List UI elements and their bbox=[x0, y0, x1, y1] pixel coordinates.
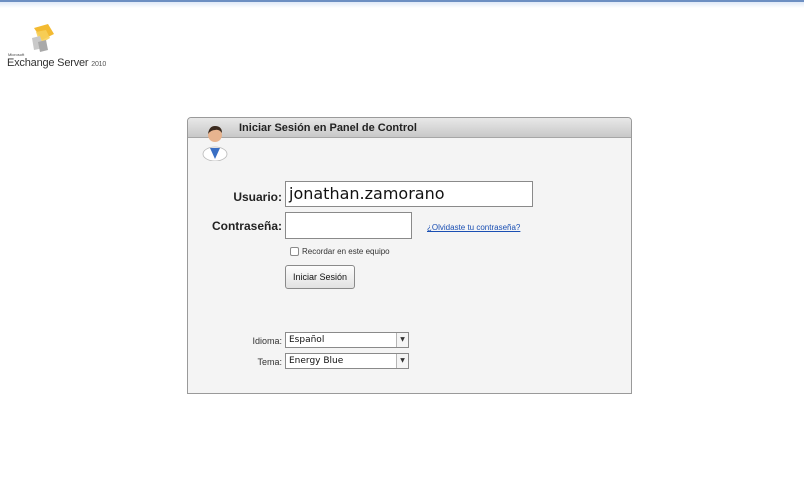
exchange-logo-icon bbox=[32, 24, 54, 52]
theme-value: Energy Blue bbox=[289, 356, 344, 366]
chevron-down-icon[interactable]: ▼ bbox=[396, 333, 408, 347]
language-value: Español bbox=[289, 335, 325, 345]
theme-label: Tema: bbox=[257, 357, 282, 367]
product-name-text: Exchange Server bbox=[7, 57, 89, 69]
theme-select[interactable]: Energy Blue ▼ bbox=[285, 353, 409, 369]
username-label: Usuario: bbox=[233, 190, 282, 204]
exchange-logo: Microsoft Exchange Server 2010 bbox=[6, 22, 136, 72]
password-input[interactable] bbox=[285, 212, 412, 239]
login-panel: Iniciar Sesión en Panel de Control Usuar… bbox=[187, 117, 632, 394]
chevron-down-icon[interactable]: ▼ bbox=[396, 354, 408, 368]
remember-label: Recordar en este equipo bbox=[302, 247, 390, 256]
password-label: Contraseña: bbox=[211, 219, 282, 233]
panel-title: Iniciar Sesión en Panel de Control bbox=[239, 122, 417, 134]
login-button[interactable]: Iniciar Sesión bbox=[285, 265, 355, 289]
language-select[interactable]: Español ▼ bbox=[285, 332, 409, 348]
user-avatar-icon bbox=[202, 126, 228, 161]
panel-header: Iniciar Sesión en Panel de Control bbox=[188, 118, 631, 138]
username-value: jonathan.zamorano bbox=[289, 184, 445, 203]
language-label: Idioma: bbox=[252, 336, 282, 346]
product-version: 2010 bbox=[91, 61, 107, 68]
username-input[interactable]: jonathan.zamorano bbox=[285, 181, 533, 207]
remember-checkbox[interactable] bbox=[290, 247, 299, 256]
top-bar bbox=[0, 0, 804, 8]
forgot-password-link[interactable]: ¿Olvidaste tu contraseña? bbox=[427, 223, 520, 232]
product-name: Exchange Server 2010 bbox=[7, 57, 106, 69]
